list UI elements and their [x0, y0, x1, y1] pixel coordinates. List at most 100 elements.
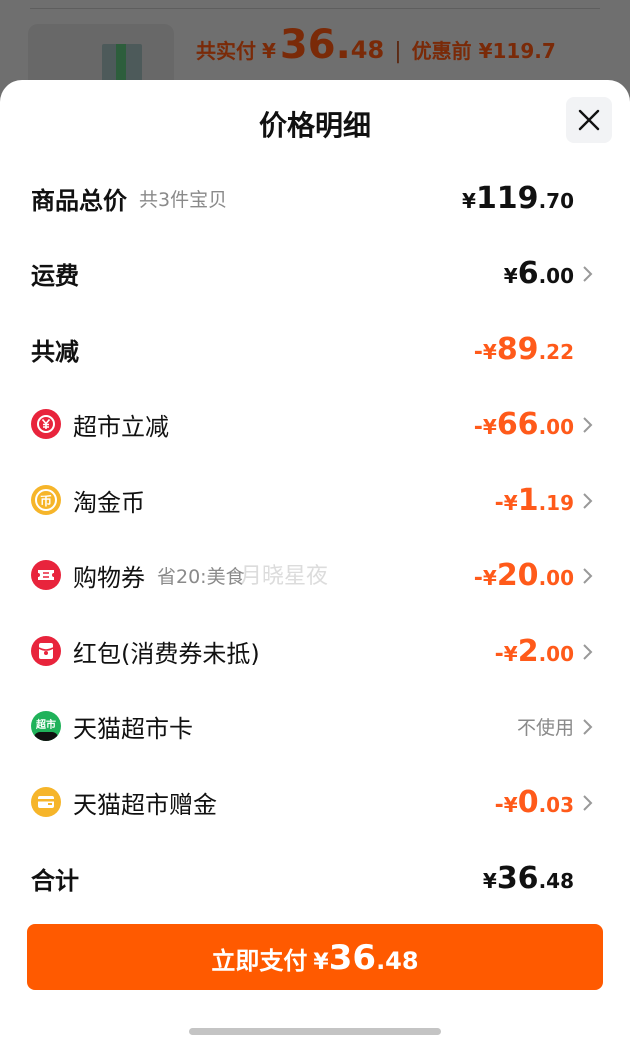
currency: ¥ [462, 188, 476, 213]
row-tmall-gift[interactable]: 天猫超市赠金 - ¥0.03 [0, 776, 630, 828]
amount-dec: .00 [538, 414, 574, 439]
amount-dec: .00 [538, 641, 574, 666]
sign: - [473, 414, 483, 440]
price-detail-sheet: 价格明细 商品总价 共3件宝贝 ¥119.70 运费 ¥6.00 共减 - ¥89… [0, 80, 630, 1049]
tmall-card-value-wrap: 不使用 [517, 713, 574, 740]
cat-silhouette [34, 732, 58, 741]
goods-total-amount: ¥119.70 [462, 181, 574, 216]
sign: - [494, 792, 504, 818]
amount-int: 36 [496, 860, 539, 896]
amount-dec: .19 [538, 490, 574, 515]
row-taojin-coin[interactable]: 币 淘金币 - ¥1.19 [0, 474, 630, 526]
amount-int: 66 [496, 406, 539, 442]
taojin-coin-label: 淘金币 [73, 488, 145, 517]
sign: - [494, 641, 504, 667]
taojin-coin-amount: - ¥1.19 [495, 483, 574, 518]
tmall-gift-amount: - ¥0.03 [495, 785, 574, 820]
pay-now-dec: .48 [376, 947, 419, 975]
discount-total-amount: - ¥89.22 [474, 332, 574, 367]
supermarket-cut-amount: - ¥66.00 [474, 407, 574, 442]
pay-now-label: 立即支付 [211, 947, 308, 975]
background-total-price: 共实付 ¥ 36. 48 | 优惠前 ¥119.7 [196, 22, 556, 72]
total-currency: ¥ [262, 39, 276, 63]
shopping-voucher-sub: 省20:美食 [157, 565, 245, 588]
currency: ¥ [503, 792, 518, 817]
amount-int: 1 [517, 482, 539, 518]
amount-int: 119 [475, 180, 539, 216]
row-discount-total: 共减 - ¥89.22 [0, 323, 630, 375]
pay-now-currency: ¥ [313, 950, 329, 975]
tmall-card-icon: 超市 [31, 711, 61, 741]
tmall-gift-label: 天猫超市赠金 [73, 790, 217, 819]
row-sum: 合计 ¥36.48 [0, 852, 630, 904]
sum-label: 合计 [31, 866, 79, 895]
sum-amount: ¥36.48 [483, 861, 574, 896]
discount-total-label: 共减 [31, 337, 79, 366]
home-indicator[interactable] [189, 1028, 441, 1035]
shipping-label: 运费 [31, 261, 79, 290]
currency: ¥ [503, 263, 518, 288]
shopping-voucher-amount: - ¥20.00 [474, 558, 574, 593]
chevron-right-icon [583, 795, 593, 811]
amount-dec: .22 [538, 339, 574, 364]
currency: ¥ [503, 490, 518, 515]
amount-int: 20 [496, 557, 539, 593]
red-packet-icon [31, 636, 61, 666]
amount-int: 89 [496, 331, 539, 367]
currency: ¥ [482, 868, 497, 893]
sign: - [494, 490, 504, 516]
chevron-right-icon [583, 493, 593, 509]
row-shopping-voucher[interactable]: 购物券 省20:美食 - ¥20.00 [0, 549, 630, 601]
supermarket-cut-label: 超市立减 [73, 412, 169, 441]
tmall-card-label: 天猫超市卡 [73, 714, 193, 743]
red-packet-label: 红包(消费券未抵) [73, 639, 260, 668]
close-button[interactable] [566, 97, 612, 143]
amount-int: 6 [517, 255, 539, 291]
sheet-title: 价格明细 [258, 109, 371, 142]
chevron-right-icon [583, 719, 593, 735]
sign: - [473, 565, 483, 591]
amount-dec: .00 [538, 565, 574, 590]
yuan-coin-icon [31, 409, 61, 439]
chevron-right-icon [583, 417, 593, 433]
row-tmall-card[interactable]: 超市 天猫超市卡 不使用 [0, 700, 630, 752]
chevron-right-icon [583, 266, 593, 282]
amount-dec: .03 [538, 792, 574, 817]
row-shipping[interactable]: 运费 ¥6.00 [0, 247, 630, 299]
currency: ¥ [482, 414, 497, 439]
total-int: 36. [279, 22, 351, 68]
shopping-voucher-label: 购物券 [73, 563, 145, 592]
total-dec: 48 [350, 36, 385, 64]
separator: | [394, 39, 402, 64]
currency: ¥ [503, 641, 518, 666]
amount-int: 2 [517, 633, 539, 669]
divider [30, 8, 600, 9]
wallet-icon [31, 787, 61, 817]
pay-now-button[interactable]: 立即支付 ¥ 36 .48 [27, 924, 603, 990]
coin-icon: 币 [31, 485, 61, 515]
amount-dec: .00 [538, 263, 574, 288]
before-discount-price: 优惠前 ¥119.7 [411, 39, 556, 63]
close-icon [578, 109, 600, 131]
shipping-amount: ¥6.00 [504, 256, 574, 291]
currency: ¥ [482, 339, 497, 364]
goods-total-label: 商品总价 [31, 186, 127, 215]
chevron-right-icon [583, 568, 593, 584]
sign: - [473, 339, 483, 365]
tmall-card-glyph: 超市 [36, 719, 56, 731]
ticket-icon [31, 560, 61, 590]
amount-dec: .70 [538, 188, 574, 213]
pay-now-int: 36 [328, 938, 377, 978]
row-goods-total: 商品总价 共3件宝贝 ¥119.70 [0, 172, 630, 224]
row-red-packet[interactable]: 红包(消费券未抵) - ¥2.00 [0, 625, 630, 677]
tmall-card-value: 不使用 [516, 716, 574, 739]
chevron-right-icon [583, 644, 593, 660]
total-label: 共实付 [196, 39, 256, 63]
red-packet-amount: - ¥2.00 [495, 634, 574, 669]
row-supermarket-cut[interactable]: 超市立减 - ¥66.00 [0, 398, 630, 450]
goods-count: 共3件宝贝 [139, 188, 228, 211]
coin-glyph: 币 [35, 489, 57, 511]
amount-int: 0 [517, 784, 539, 820]
currency: ¥ [482, 565, 497, 590]
amount-dec: .48 [538, 868, 574, 893]
